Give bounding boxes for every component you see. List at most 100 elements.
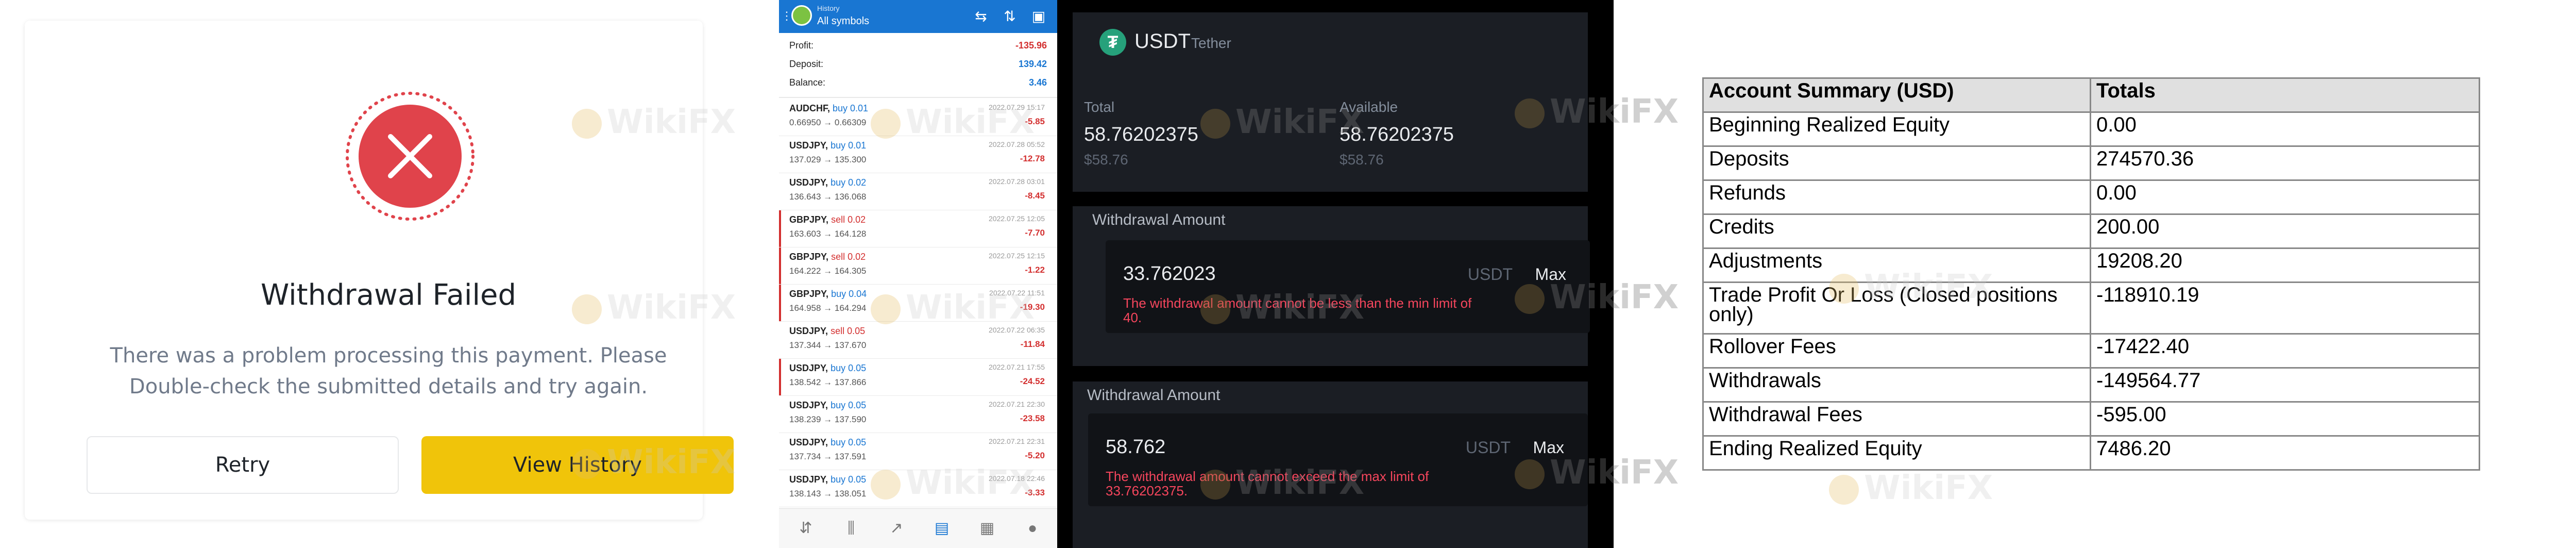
watermark-logo-icon [1515, 284, 1545, 314]
trade-symbol: GBPJPY, buy 0.04 [789, 289, 867, 300]
trade-symbol: USDJPY, buy 0.05 [789, 474, 866, 485]
trade-prices: 0.66950 → 0.66309 [789, 118, 867, 127]
trade-side: buy 0.05 [831, 474, 867, 485]
row-value: -149564.77 [2090, 367, 2480, 403]
total-usd: $58.76 [1084, 152, 1128, 168]
trade-side: buy 0.01 [833, 103, 869, 113]
watermark-logo-icon [572, 294, 602, 325]
trade-row[interactable]: USDJPY, buy 0.02 136.643 → 136.068 2022.07… [779, 173, 1057, 210]
trade-row[interactable]: GBPJPY, sell 0.02 163.603 → 164.128 2022.0… [779, 210, 1057, 247]
trade-symbol: USDJPY, buy 0.05 [789, 437, 866, 448]
chart-icon[interactable]: ⫼ [840, 517, 862, 540]
deposit-row: Deposit: 139.42 [789, 59, 1047, 76]
trade-row[interactable]: USDJPY, buy 0.05 138.239 → 137.590 2022.07… [779, 396, 1057, 433]
watermark-logo-icon [572, 449, 602, 479]
account-summary-panel: Account Summary (USD) Totals Beginning Rea… [1614, 0, 2576, 548]
position-marker [779, 210, 781, 247]
watermark-text: WikiFX [607, 103, 736, 141]
symbol-select-icon[interactable]: ⇆ [971, 6, 991, 27]
trade-profit: -12.78 [1020, 154, 1045, 163]
watermark-text: WikiFX [906, 464, 1035, 502]
trade-side: buy 0.04 [831, 289, 867, 299]
watermark: WikiFX [1515, 454, 1679, 492]
trade-date: 2022.07.28 05:52 [989, 140, 1045, 148]
position-marker [779, 247, 781, 284]
symbol-filter[interactable]: All symbols [817, 15, 869, 27]
trade-profit: -23.58 [1020, 413, 1045, 423]
row-value: 0.00 [2090, 179, 2480, 215]
trade-profit: -8.45 [1025, 191, 1045, 201]
retry-button[interactable]: Retry [87, 436, 399, 494]
watermark-logo-icon [572, 109, 602, 139]
watermark-logo-icon [1829, 274, 1859, 304]
watermark: WikiFX [1829, 469, 1993, 507]
balance-row: Balance: 3.46 [789, 77, 1047, 95]
trade-side: buy 0.02 [831, 177, 867, 188]
sort-icon[interactable]: ⇅ [999, 6, 1020, 27]
table-row: Trade Profit Or Loss (Closed positions o… [1702, 281, 2480, 335]
trade-date: 2022.07.25 12:05 [989, 214, 1045, 223]
table-row: Beginning Realized Equity 0.00 [1702, 111, 2480, 147]
watermark-text: WikiFX [1235, 464, 1365, 502]
trade-row[interactable]: USDJPY, sell 0.05 137.344 → 137.670 2022.0… [779, 322, 1057, 359]
trade-prices: 164.222 → 164.305 [789, 266, 867, 276]
symbol-name: USDJPY, [789, 140, 828, 151]
watermark-text: WikiFX [607, 443, 736, 481]
screenshot-collage: Withdrawal Failed There was a problem pr… [0, 0, 2576, 548]
header-cell: Totals [2090, 77, 2480, 113]
table-row: Deposits 274570.36 [1702, 145, 2480, 181]
symbol-name: USDJPY, [789, 363, 828, 373]
trade-row[interactable]: USDJPY, buy 0.01 137.029 → 135.300 2022.07… [779, 136, 1057, 173]
trade-side: buy 0.05 [831, 400, 867, 410]
trade-prices: 138.239 → 137.590 [789, 414, 867, 424]
menu-icon[interactable]: ⋮ [781, 8, 792, 24]
watermark-text: WikiFX [906, 289, 1035, 327]
amount-unit: USDT [1465, 438, 1511, 457]
watermark-text: WikiFX [1550, 93, 1679, 131]
calendar-icon[interactable]: ▣ [1028, 6, 1049, 27]
total-label: Total [1084, 99, 1115, 115]
watermark: WikiFX [1829, 268, 1993, 306]
trade-profit: -7.70 [1025, 228, 1045, 238]
trade-prices: 137.344 → 137.670 [789, 340, 867, 350]
table-row: Credits 200.00 [1702, 213, 2480, 249]
table-header-row: Account Summary (USD) Totals [1702, 77, 2480, 113]
row-label: Refunds [1702, 179, 2091, 215]
trade-profit: -5.20 [1025, 451, 1045, 460]
trade-side: sell 0.02 [831, 252, 866, 262]
watermark: WikiFX [871, 464, 1035, 502]
chat-icon[interactable]: ● [1021, 517, 1044, 540]
trade-date: 2022.07.28 03:01 [989, 177, 1045, 186]
summary-value: 139.42 [1018, 59, 1047, 69]
row-value: 7486.20 [2090, 435, 2480, 471]
coin-symbol: USDT [1134, 30, 1191, 53]
summary-value: -135.96 [1015, 40, 1047, 51]
quotes-icon[interactable]: ⇵ [794, 517, 817, 540]
watermark-text: WikiFX [1235, 103, 1365, 141]
trade-prices: 163.603 → 164.128 [789, 229, 867, 239]
row-label: Deposits [1702, 145, 2091, 181]
news-icon[interactable]: ▦ [976, 517, 998, 540]
trade-row[interactable]: USDJPY, buy 0.05 138.542 → 137.866 2022.07… [779, 359, 1057, 396]
trade-date: 2022.07.21 22:31 [989, 437, 1045, 445]
tether-logo-icon: ₮ [1099, 29, 1126, 56]
trade-prices: 138.143 → 138.051 [789, 489, 867, 499]
symbol-name: USDJPY, [789, 177, 828, 188]
trade-icon[interactable]: ↗ [885, 517, 908, 540]
trade-row[interactable]: GBPJPY, sell 0.02 164.222 → 164.305 2022.0… [779, 247, 1057, 285]
trade-date: 2022.07.21 17:55 [989, 363, 1045, 371]
history-header: ⋮ History All symbols ⇆ ⇅ ▣ [779, 0, 1057, 33]
profit-row: Profit: -135.96 [789, 40, 1047, 58]
row-label: Beginning Realized Equity [1702, 111, 2091, 147]
watermark: WikiFX [1200, 103, 1364, 141]
trade-symbol: USDJPY, buy 0.05 [789, 400, 866, 411]
watermark-logo-icon [1200, 470, 1230, 500]
watermark-logo-icon [871, 109, 901, 139]
table-row: Adjustments 19208.20 [1702, 247, 2480, 283]
summary-label: Profit: [789, 40, 814, 51]
trade-side: sell 0.02 [831, 214, 866, 225]
history-icon[interactable]: ▤ [930, 517, 953, 540]
withdrawal-amount-label: Withdrawal Amount [1092, 211, 1226, 228]
position-marker [779, 359, 781, 395]
table-row: Withdrawal Fees -595.00 [1702, 401, 2480, 437]
